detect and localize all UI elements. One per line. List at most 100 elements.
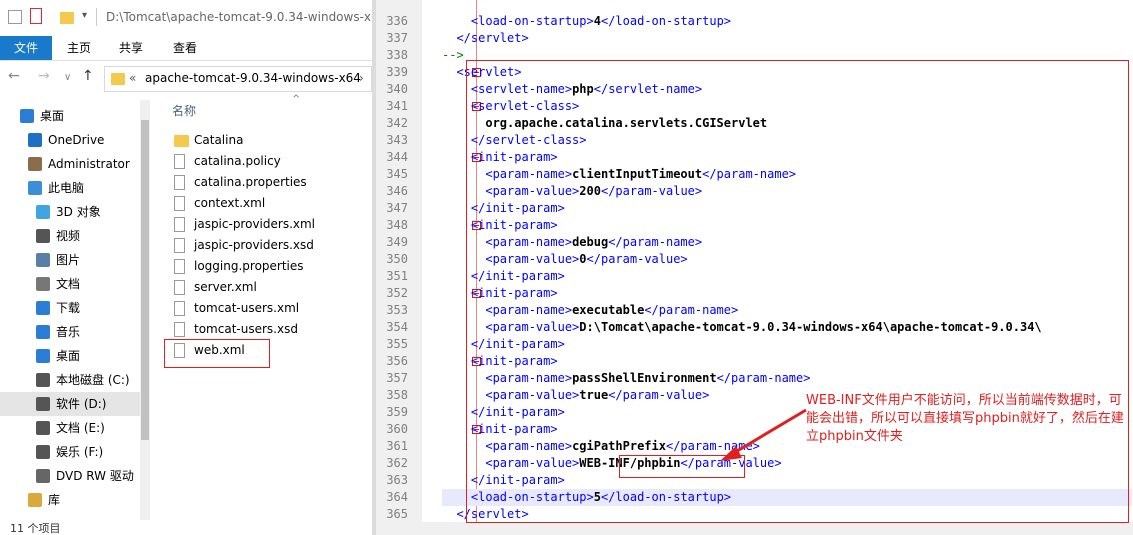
nav-item[interactable]: DVD RW 驱动: [0, 464, 150, 488]
line-number: 347: [386, 201, 408, 215]
nav-item-label: 软件 (D:): [56, 397, 107, 411]
nav-scrollbar-thumb[interactable]: [141, 120, 149, 440]
nav-item[interactable]: Administrator: [0, 152, 150, 176]
horizontal-scrollbar[interactable]: [376, 522, 1133, 535]
up-arrow-icon[interactable]: ↑: [82, 68, 94, 84]
desktop-icon: [20, 109, 34, 123]
file-icon: [174, 322, 185, 337]
line-number: 350: [386, 252, 408, 266]
nav-item[interactable]: 音乐: [0, 320, 150, 344]
file-name: Catalina: [194, 133, 244, 147]
forward-arrow-icon[interactable]: →: [38, 68, 50, 84]
line-number: 362: [386, 456, 408, 470]
recent-dropdown-icon[interactable]: ∨: [64, 72, 71, 83]
file-name: server.xml: [194, 280, 257, 294]
nav-item-label: 3D 对象: [56, 205, 101, 219]
file-icon: [174, 259, 185, 274]
file-icon: [174, 217, 185, 232]
nav-item[interactable]: 娱乐 (F:): [0, 440, 150, 464]
nav-item[interactable]: 桌面: [0, 344, 150, 368]
line-number: 352: [386, 286, 408, 300]
line-number: 359: [386, 405, 408, 419]
properties-icon[interactable]: [30, 8, 42, 24]
file-list: 名称 ^ Catalina catalina.policy catalina.pro…: [160, 94, 372, 520]
xml-tag: </servlet>: [456, 31, 529, 45]
new-folder-icon[interactable]: [60, 12, 74, 24]
back-arrow-icon[interactable]: ←: [8, 68, 20, 84]
file-name: tomcat-users.xml: [194, 301, 300, 315]
xml-comment: -->: [442, 48, 464, 62]
nav-item[interactable]: 图片: [0, 248, 150, 272]
nav-item-label: 音乐: [56, 325, 81, 339]
line-number: 364: [386, 490, 408, 504]
nav-item-label: 下载: [56, 301, 81, 315]
nav-item[interactable]: 视频: [0, 224, 150, 248]
library-icon: [28, 493, 42, 507]
window-icon: [8, 10, 22, 24]
line-number-gutter: 336 337 338 339 340 341 342 343 344 345 346 347 348 3…: [376, 0, 423, 535]
line-number: 365: [386, 507, 408, 521]
annotation-note: WEB-INF文件用户不能访问，所以当前端传数据时，可能会出错，所以可以直接填写…: [806, 393, 1124, 444]
nav-item[interactable]: 库: [0, 488, 150, 512]
nav-item[interactable]: 文档: [0, 272, 150, 296]
line-number: 358: [386, 388, 408, 402]
folder-icon: [174, 135, 189, 147]
title-bar: ▾ D:\Tomcat\apache-tomcat-9.0.34-windows…: [0, 0, 372, 36]
breadcrumb-overflow[interactable]: «: [129, 71, 136, 85]
quick-access-dropdown-icon[interactable]: ▾: [82, 10, 96, 24]
line-number: 356: [386, 354, 408, 368]
line-number: 351: [386, 269, 408, 283]
file-name: tomcat-users.xsd: [194, 322, 298, 336]
nav-item[interactable]: OneDrive: [0, 128, 150, 152]
cube-icon: [36, 205, 50, 219]
line-number: 339: [386, 65, 408, 79]
address-bar: ← → ∨ ↑ « apache-tomcat-9.0.34-windows-x…: [0, 62, 372, 94]
nav-item[interactable]: 桌面: [0, 104, 150, 128]
cloud-icon: [28, 133, 42, 147]
line-number: 341: [386, 99, 408, 113]
column-header-name[interactable]: 名称: [172, 102, 196, 119]
nav-item[interactable]: 下载: [0, 296, 150, 320]
drive-icon: [36, 421, 50, 435]
user-icon: [28, 157, 42, 171]
file-name: jaspic-providers.xsd: [194, 238, 314, 252]
picture-icon: [36, 253, 50, 267]
code-line[interactable]: <load-on-startup>4</load-on-startup>: [442, 13, 731, 30]
nav-item-label: 文档: [56, 277, 81, 291]
nav-item[interactable]: 本地磁盘 (C:): [0, 368, 150, 392]
nav-item-label: 本地磁盘 (C:): [56, 373, 130, 387]
nav-item[interactable]: 3D 对象: [0, 200, 150, 224]
tab-file[interactable]: 文件: [0, 36, 52, 60]
file-name: logging.properties: [194, 259, 304, 273]
code-line[interactable]: </servlet>: [442, 30, 529, 47]
file-icon: [174, 196, 185, 211]
nav-item[interactable]: 文档 (E:): [0, 416, 150, 440]
file-explorer-window: ▾ D:\Tomcat\apache-tomcat-9.0.34-windows…: [0, 0, 372, 535]
highlight-box-web-xml: [164, 339, 270, 368]
computer-icon: [28, 181, 42, 195]
code-line[interactable]: -->: [442, 47, 464, 64]
tab-view[interactable]: 查看: [162, 36, 208, 60]
address-input[interactable]: « apache-tomcat-9.0.34-windows-x64 ›: [104, 66, 372, 92]
line-number: 343: [386, 133, 408, 147]
breadcrumb-chevron-icon[interactable]: ›: [359, 71, 364, 85]
line-number: 361: [386, 439, 408, 453]
highlight-box-phpbin: [619, 455, 745, 478]
drive-icon: [36, 397, 50, 411]
download-icon: [36, 301, 50, 315]
line-number: 348: [386, 218, 408, 232]
title-separator: [96, 8, 97, 26]
drive-icon: [36, 445, 50, 459]
drive-icon: [36, 373, 50, 387]
video-icon: [36, 229, 50, 243]
file-icon: [174, 238, 185, 253]
tab-share[interactable]: 共享: [108, 36, 154, 60]
dvd-icon: [36, 469, 50, 483]
nav-scrollbar[interactable]: [140, 100, 150, 520]
breadcrumb[interactable]: apache-tomcat-9.0.34-windows-x64: [145, 71, 361, 85]
nav-item-label: Administrator: [48, 157, 130, 171]
nav-item[interactable]: 软件 (D:): [0, 392, 150, 416]
nav-item[interactable]: 此电脑: [0, 176, 150, 200]
ribbon-tabs: 文件 主页 共享 查看: [0, 36, 372, 61]
tab-home[interactable]: 主页: [56, 36, 102, 60]
